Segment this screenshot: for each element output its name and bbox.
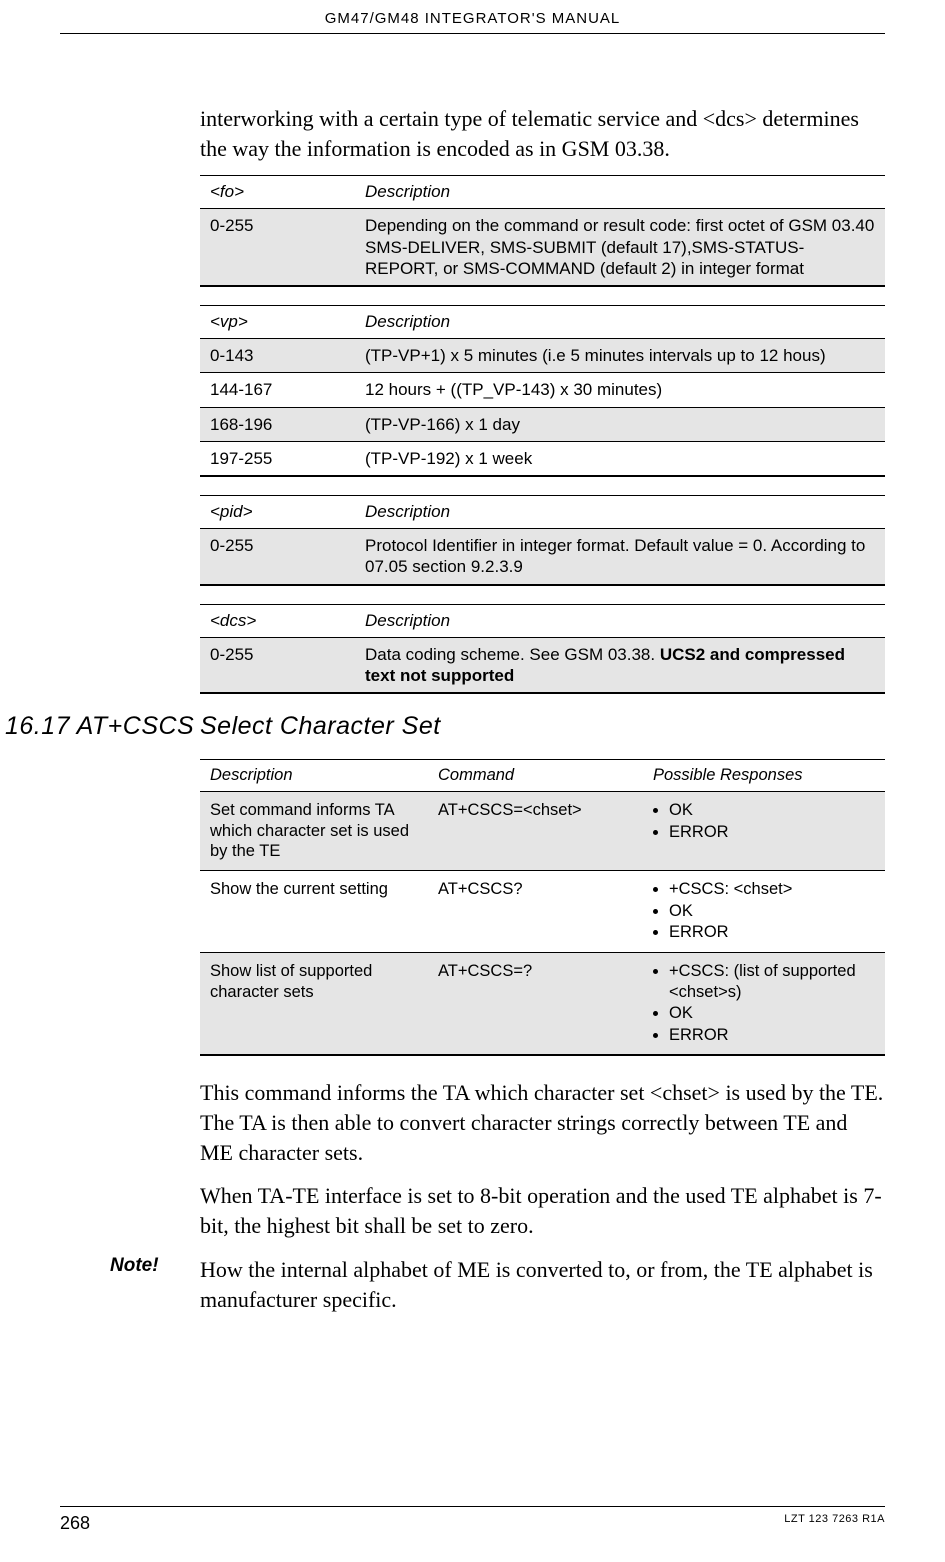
header-title: GM47/GM48 INTEGRATOR'S MANUAL (0, 0, 945, 33)
dcs-table: <dcs> Description 0-255 Data coding sche… (200, 604, 885, 695)
cell-responses: OK ERROR (643, 792, 885, 871)
pid-table: <pid> Description 0-255 Protocol Identif… (200, 495, 885, 586)
vp-table: <vp> Description 0-143 (TP-VP+1) x 5 min… (200, 305, 885, 477)
cell-desc: (TP-VP-192) x 1 week (355, 441, 885, 476)
col-key: <fo> (200, 176, 355, 209)
table-header-row: <vp> Description (200, 306, 885, 339)
response-list: +CSCS: <chset> OK ERROR (653, 879, 877, 943)
cell-key: 144-167 (200, 373, 355, 407)
cell-key: 0-255 (200, 529, 355, 585)
note-text: How the internal alphabet of ME is conve… (200, 1255, 885, 1314)
table-row: 197-255 (TP-VP-192) x 1 week (200, 441, 885, 476)
cell-responses: +CSCS: <chset> OK ERROR (643, 871, 885, 953)
table-row: 0-255 Protocol Identifier in integer for… (200, 529, 885, 585)
footer-row: 268 LZT 123 7263 R1A (60, 1513, 885, 1534)
col-description: Description (200, 760, 428, 792)
col-desc: Description (355, 306, 885, 339)
cell-key: 0-255 (200, 209, 355, 286)
page-number: 268 (60, 1513, 90, 1534)
response-list: +CSCS: (list of supported <chset>s) OK E… (653, 961, 877, 1046)
table-row: 144-167 12 hours + ((TP_VP-143) x 30 min… (200, 373, 885, 407)
list-item: ERROR (669, 1025, 877, 1046)
list-item: OK (669, 800, 877, 821)
table-row: 168-196 (TP-VP-166) x 1 day (200, 407, 885, 441)
cell-description: Show the current setting (200, 871, 428, 953)
cell-key: 0-255 (200, 637, 355, 693)
body-paragraph-2: When TA-TE interface is set to 8-bit ope… (200, 1181, 885, 1240)
cell-desc: (TP-VP-166) x 1 day (355, 407, 885, 441)
cell-command: AT+CSCS? (428, 871, 643, 953)
response-list: OK ERROR (653, 800, 877, 842)
fo-table: <fo> Description 0-255 Depending on the … (200, 175, 885, 287)
list-item: +CSCS: <chset> (669, 879, 877, 900)
cell-key: 0-143 (200, 339, 355, 373)
note-label: Note! (110, 1255, 159, 1277)
table-row: 0-255 Data coding scheme. See GSM 03.38.… (200, 637, 885, 693)
cscs-command-table: Description Command Possible Responses S… (200, 759, 885, 1056)
col-key: <vp> (200, 306, 355, 339)
cell-key: 168-196 (200, 407, 355, 441)
table-row: Show list of supported character sets AT… (200, 952, 885, 1055)
cell-command: AT+CSCS=? (428, 952, 643, 1055)
table-row: 0-143 (TP-VP+1) x 5 minutes (i.e 5 minut… (200, 339, 885, 373)
note-block: Note! How the internal alphabet of ME is… (200, 1255, 885, 1314)
header-rule (60, 33, 885, 34)
section-number: 16.17 AT+CSCS (5, 712, 194, 741)
footer: 268 LZT 123 7263 R1A (0, 1506, 945, 1534)
col-command: Command (428, 760, 643, 792)
list-item: ERROR (669, 822, 877, 843)
cell-desc: Protocol Identifier in integer format. D… (355, 529, 885, 585)
list-item: +CSCS: (list of supported <chset>s) (669, 961, 877, 1002)
intro-paragraph: interworking with a certain type of tele… (200, 104, 885, 163)
col-desc: Description (355, 604, 885, 637)
col-desc: Description (355, 176, 885, 209)
cell-desc: Depending on the command or result code:… (355, 209, 885, 286)
table-header-row: Description Command Possible Responses (200, 760, 885, 792)
list-item: ERROR (669, 922, 877, 943)
cell-desc: (TP-VP+1) x 5 minutes (i.e 5 minutes int… (355, 339, 885, 373)
col-key: <pid> (200, 496, 355, 529)
table-row: Show the current setting AT+CSCS? +CSCS:… (200, 871, 885, 953)
table-header-row: <dcs> Description (200, 604, 885, 637)
doc-id: LZT 123 7263 R1A (784, 1513, 885, 1534)
list-item: OK (669, 1003, 877, 1024)
table-header-row: <pid> Description (200, 496, 885, 529)
section-title: Select Character Set (200, 712, 885, 741)
col-desc: Description (355, 496, 885, 529)
cell-description: Show list of supported character sets (200, 952, 428, 1055)
body-paragraph-1: This command informs the TA which charac… (200, 1078, 885, 1167)
cell-desc: 12 hours + ((TP_VP-143) x 30 minutes) (355, 373, 885, 407)
section-heading: 16.17 AT+CSCS Select Character Set (200, 712, 885, 741)
table-row: 0-255 Depending on the command or result… (200, 209, 885, 286)
col-key: <dcs> (200, 604, 355, 637)
dcs-prefix: Data coding scheme. See GSM 03.38. (365, 645, 660, 664)
footer-rule (60, 1506, 885, 1507)
table-header-row: <fo> Description (200, 176, 885, 209)
list-item: OK (669, 901, 877, 922)
col-responses: Possible Responses (643, 760, 885, 792)
cell-desc: Data coding scheme. See GSM 03.38. UCS2 … (355, 637, 885, 693)
content-area: interworking with a certain type of tele… (200, 104, 885, 1314)
cell-command: AT+CSCS=<chset> (428, 792, 643, 871)
page: GM47/GM48 INTEGRATOR'S MANUAL interworki… (0, 0, 945, 1562)
table-row: Set command informs TA which character s… (200, 792, 885, 871)
cell-key: 197-255 (200, 441, 355, 476)
cell-description: Set command informs TA which character s… (200, 792, 428, 871)
cell-responses: +CSCS: (list of supported <chset>s) OK E… (643, 952, 885, 1055)
